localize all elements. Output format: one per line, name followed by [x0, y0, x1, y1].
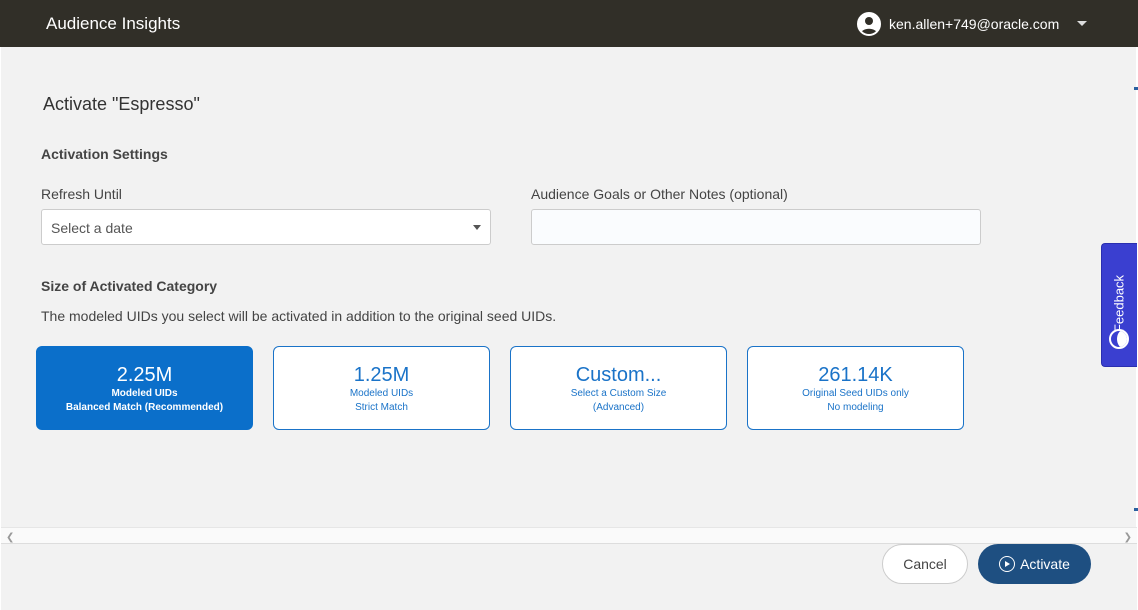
play-circle-icon	[999, 556, 1016, 572]
user-email[interactable]: ken.allen+749@oracle.com	[889, 16, 1059, 32]
horizontal-scrollbar[interactable]: ❮ ❯	[1, 527, 1137, 543]
user-menu[interactable]: ken.allen+749@oracle.com	[857, 11, 1087, 37]
notes-label: Audience Goals or Other Notes (optional)	[531, 186, 788, 202]
size-option-balanced[interactable]: 2.25M Modeled UIDs Balanced Match (Recom…	[36, 346, 253, 430]
page-title: Activate "Espresso"	[43, 94, 200, 114]
caret-down-icon	[473, 225, 481, 230]
refresh-until-value: Select a date	[51, 220, 133, 236]
size-option-line1: Original Seed UIDs only	[802, 388, 909, 399]
user-avatar-icon[interactable]	[857, 12, 881, 36]
app-title[interactable]: Audience Insights	[46, 14, 180, 34]
size-option-value: Custom...	[575, 364, 662, 386]
size-option-value: 2.25M	[116, 364, 173, 386]
size-option-line2: (Advanced)	[592, 402, 645, 413]
edge-marker	[1134, 87, 1138, 90]
size-option-line2: Balanced Match (Recommended)	[65, 402, 224, 413]
activate-label: Activate	[1020, 556, 1070, 572]
size-option-line2: Strict Match	[355, 402, 408, 413]
size-option-value: 1.25M	[353, 364, 410, 386]
size-option-seed-only[interactable]: 261.14K Original Seed UIDs only No model…	[747, 346, 964, 430]
size-option-custom[interactable]: Custom... Select a Custom Size (Advanced…	[510, 346, 727, 430]
size-section-heading: Size of Activated Category	[41, 278, 218, 294]
chevron-down-icon[interactable]	[1077, 21, 1087, 26]
size-help-text: The modeled UIDs you select will be acti…	[41, 308, 557, 324]
scroll-left-icon[interactable]: ❮	[6, 532, 14, 543]
activation-settings-heading: Activation Settings	[41, 146, 168, 162]
scroll-right-icon[interactable]: ❯	[1124, 532, 1132, 543]
size-option-line1: Modeled UIDs	[111, 388, 178, 399]
size-option-value: 261.14K	[818, 364, 893, 386]
feedback-label: Feedback	[1111, 274, 1127, 333]
activate-button[interactable]: Activate	[978, 544, 1091, 584]
refresh-until-label: Refresh Until	[41, 186, 122, 202]
feedback-icon	[1109, 329, 1129, 349]
feedback-tab[interactable]: Feedback	[1101, 243, 1137, 367]
size-option-strict[interactable]: 1.25M Modeled UIDs Strict Match	[273, 346, 490, 430]
top-bar: Audience Insights ken.allen+749@oracle.c…	[0, 0, 1138, 47]
footer-bar	[1, 543, 1137, 610]
notes-input[interactable]	[531, 209, 981, 245]
refresh-until-select[interactable]: Select a date	[41, 209, 491, 245]
size-option-line1: Select a Custom Size	[570, 388, 667, 399]
size-option-line2: No modeling	[827, 402, 884, 413]
size-option-line1: Modeled UIDs	[349, 388, 414, 399]
cancel-button[interactable]: Cancel	[882, 544, 968, 584]
edge-marker	[1134, 508, 1138, 511]
